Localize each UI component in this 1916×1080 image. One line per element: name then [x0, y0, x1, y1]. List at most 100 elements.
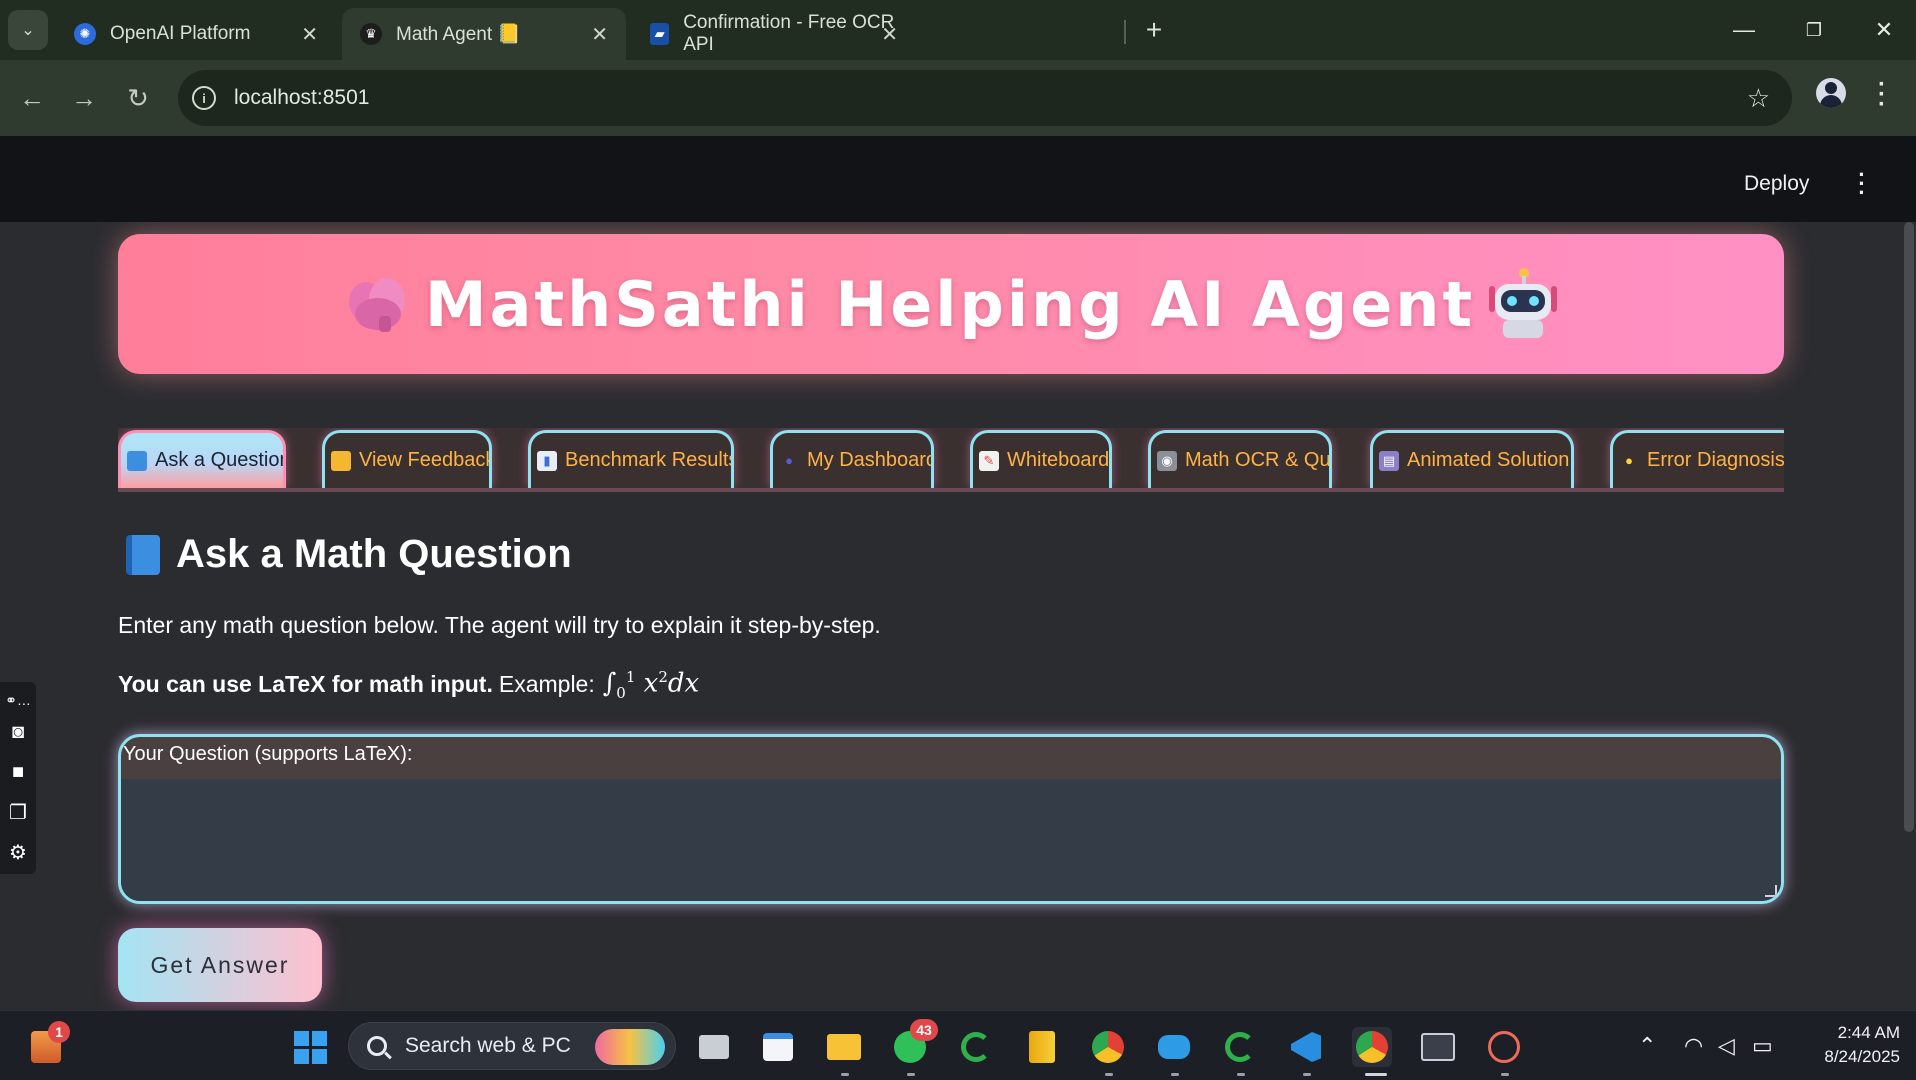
chart-icon: ▮	[537, 450, 557, 471]
tab-error-diagnosis[interactable]: ● Error Diagnosis	[1610, 430, 1784, 488]
tab-label: Ask a Question	[155, 449, 286, 471]
get-answer-button[interactable]: Get Answer	[118, 928, 322, 1002]
sync-app-icon[interactable]	[956, 1027, 996, 1067]
person-icon: ●	[785, 453, 793, 468]
brain-icon	[345, 274, 411, 334]
forward-arrow-icon[interactable]: →	[64, 78, 104, 118]
tab-my-dashboard[interactable]: ● My Dashboard	[770, 430, 934, 488]
windows-icon[interactable]: ❐	[4, 798, 32, 826]
restore-icon[interactable]: ❐	[1796, 12, 1832, 48]
camera-icon[interactable]: ◙	[4, 718, 32, 746]
app-header: Deploy · · ·	[0, 136, 1916, 222]
windows-start-icon[interactable]	[290, 1027, 330, 1067]
latex-example-formula: ∫01 x2dx	[602, 668, 700, 702]
running-indicator	[841, 1073, 849, 1076]
profile-avatar[interactable]	[1816, 78, 1846, 108]
tab-separator	[1124, 20, 1126, 44]
app-main: MathSathi Helping AI Agent Ask a Questio…	[0, 222, 1916, 1010]
folder-icon	[331, 450, 351, 471]
browser-tab-openai[interactable]: ✺ OpenAI Platform ✕	[56, 8, 336, 60]
ocr-site-icon: ▰	[650, 23, 670, 45]
tab-benchmark-results[interactable]: ▮ Benchmark Results	[528, 430, 734, 488]
clock-time: 2:44 AM	[1837, 1023, 1900, 1042]
link-more-icon[interactable]: ⚭…	[4, 686, 32, 714]
taskbar-search[interactable]: Search web & PC	[348, 1022, 676, 1070]
chrome-icon[interactable]	[1088, 1027, 1128, 1067]
new-tab-plus-icon[interactable]: +	[1136, 12, 1172, 48]
tab-label: Error Diagnosis	[1647, 449, 1784, 471]
address-url[interactable]: localhost:8501	[234, 86, 369, 110]
browser-tab-ocr[interactable]: ▰ Confirmation - Free OCR API ✕	[632, 8, 916, 60]
screen-recorder-toolbar: ⚭… ◙ ■ ❐ ⚙	[0, 682, 36, 874]
tab-label: Math OCR & Quiz	[1185, 449, 1332, 471]
memo-icon: ✎	[979, 450, 999, 471]
deploy-button[interactable]: Deploy	[1744, 172, 1809, 196]
tab-close-icon[interactable]: ✕	[881, 22, 898, 47]
section-title: Ask a Math Question	[126, 532, 572, 577]
microsoft-store-icon[interactable]	[758, 1027, 798, 1067]
vscode-icon[interactable]	[1286, 1027, 1326, 1067]
scrollbar[interactable]	[1904, 222, 1914, 832]
notification-badge: 1	[48, 1021, 70, 1043]
question-field: Your Question (supports LaTeX):	[118, 734, 1784, 904]
window-close-icon[interactable]: ✕	[1866, 12, 1902, 48]
file-explorer-icon[interactable]	[824, 1027, 864, 1067]
robot-icon	[1489, 268, 1558, 340]
media-player-icon[interactable]	[1484, 1027, 1524, 1067]
latex-hint: You can use LaTeX for math input. Exampl…	[118, 668, 699, 702]
section-heading: Ask a Math Question	[176, 532, 572, 576]
tab-title: Math Agent 📒	[396, 24, 522, 45]
bookmark-star-icon[interactable]: ☆	[1747, 83, 1770, 114]
tab-close-icon[interactable]: ✕	[591, 22, 608, 47]
tab-search-chevron-icon[interactable]: ⌄	[8, 10, 48, 50]
power-bi-icon[interactable]	[1022, 1027, 1062, 1067]
volume-icon[interactable]: ◁	[1718, 1033, 1735, 1059]
question-input[interactable]	[121, 779, 1781, 901]
tab-animated-solution[interactable]: ▤ Animated Solution	[1370, 430, 1574, 488]
bulb-icon: ●	[1625, 453, 1633, 468]
back-arrow-icon[interactable]: ←	[12, 78, 52, 118]
question-label: Your Question (supports LaTeX):	[123, 743, 413, 765]
taskbar-search-text: Search web & PC	[405, 1034, 571, 1057]
chrome-active-icon[interactable]	[1352, 1027, 1392, 1067]
resize-handle-icon[interactable]	[1765, 885, 1777, 897]
clapper-icon: ▤	[1379, 450, 1399, 471]
search-icon	[367, 1036, 387, 1056]
system-clock[interactable]: 2:44 AM 8/24/2025	[1800, 1021, 1900, 1069]
camera-icon: ◉	[1157, 450, 1177, 471]
video-icon[interactable]: ■	[4, 758, 32, 786]
tab-math-ocr-quiz[interactable]: ◉ Math OCR & Quiz	[1148, 430, 1332, 488]
site-info-icon[interactable]: i	[192, 86, 216, 110]
latex-hint-label: Example:	[498, 671, 595, 698]
reload-icon[interactable]: ↻	[118, 78, 158, 118]
browser-tab-math-agent[interactable]: ♛ Math Agent 📒 ✕	[342, 8, 626, 60]
settings-gear-icon[interactable]: ⚙	[4, 838, 32, 866]
tray-chevron-icon[interactable]: ⌃	[1638, 1033, 1656, 1059]
sync-app-2-icon[interactable]	[1220, 1027, 1260, 1067]
active-indicator	[1365, 1073, 1387, 1076]
tab-label: Animated Solution	[1407, 449, 1570, 471]
browser-menu-icon[interactable]: · · ·	[1872, 73, 1892, 117]
tab-view-feedback[interactable]: View Feedback	[322, 430, 492, 488]
docker-icon[interactable]	[1154, 1027, 1194, 1067]
banner-title: MathSathi Helping AI Agent	[424, 267, 1476, 341]
streamlit-crown-icon: ♛	[360, 23, 382, 45]
book-icon	[126, 534, 160, 575]
whatsapp-badge: 43	[910, 1019, 938, 1041]
tab-whiteboard[interactable]: ✎ Whiteboard	[970, 430, 1112, 488]
running-indicator	[1105, 1073, 1113, 1076]
terminal-icon[interactable]	[1418, 1027, 1458, 1067]
minimize-icon[interactable]: —	[1726, 12, 1762, 48]
task-view-icon[interactable]	[694, 1027, 734, 1067]
browser-tabstrip: ⌄ ✺ OpenAI Platform ✕ ♛ Math Agent 📒 ✕ ▰…	[0, 0, 1916, 60]
tab-ask-a-question[interactable]: Ask a Question	[118, 430, 286, 488]
address-bar[interactable]: i localhost:8501 ☆	[178, 70, 1792, 126]
browser-toolbar: ← → ↻ i localhost:8501 ☆ · · ·	[0, 60, 1916, 136]
running-indicator	[1237, 1073, 1245, 1076]
section-description: Enter any math question below. The agent…	[118, 612, 881, 638]
wifi-icon[interactable]: ◠	[1684, 1033, 1703, 1059]
tab-close-icon[interactable]: ✕	[301, 22, 318, 47]
battery-icon[interactable]: ▭	[1752, 1033, 1773, 1059]
windows-taskbar: 1 Search web & PC 43 ⌃ ◠ ◁ ▭ 2:44 AM 8/2…	[0, 1010, 1916, 1080]
app-menu-icon[interactable]: · · ·	[1852, 164, 1872, 204]
